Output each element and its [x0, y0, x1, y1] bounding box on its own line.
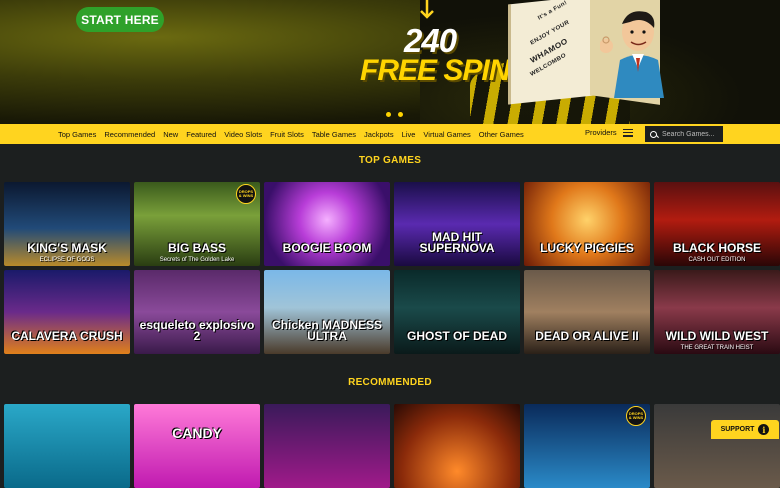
game-tile[interactable]: DEAD OR ALIVE II	[524, 270, 650, 354]
game-tile[interactable]: CANDY	[134, 404, 260, 488]
game-tile[interactable]: DROPS & WINS	[524, 404, 650, 488]
drops-wins-badge: DROPS & WINS	[236, 184, 256, 204]
carousel-dots	[386, 112, 403, 117]
nav-table-games[interactable]: Table Games	[312, 130, 356, 139]
drops-wins-badge: DROPS & WINS	[626, 406, 646, 426]
game-title: CALAVERA CRUSH	[11, 329, 123, 343]
nav-video-slots[interactable]: Video Slots	[224, 130, 262, 139]
game-tile[interactable]	[654, 404, 780, 488]
nav-fruit-slots[interactable]: Fruit Slots	[270, 130, 304, 139]
section-title-top-games: TOP GAMES	[358, 155, 422, 166]
mascot-illustration	[600, 11, 664, 98]
game-title: MAD HIT SUPERNOVA	[419, 230, 495, 255]
hero-banner: START HERE 240 FREE SPINS It's a Fun! EN…	[0, 0, 780, 124]
game-subtitle: Secrets of The Golden Lake	[159, 257, 235, 263]
game-title: CANDY	[172, 425, 222, 441]
game-tile[interactable]: BLACK HORSE CASH OUT EDITION	[654, 182, 780, 266]
info-icon: i	[758, 424, 770, 435]
game-tile[interactable]: MAD HIT SUPERNOVA	[394, 182, 520, 266]
game-tile[interactable]: esqueleto explosivo 2	[134, 270, 260, 354]
game-tile[interactable]: GHOST OF DEAD	[394, 270, 520, 354]
arrow-down-icon	[420, 0, 434, 19]
game-tile[interactable]: CALAVERA CRUSH	[4, 270, 130, 354]
game-title: LUCKY PIGGIES	[540, 241, 634, 255]
providers-label: Providers	[585, 128, 617, 137]
game-title: WILD WILD WEST	[665, 329, 769, 343]
nav-recommended[interactable]: Recommended	[104, 130, 155, 139]
nav-new[interactable]: New	[163, 130, 178, 139]
category-links: Top Games Recommended New Featured Video…	[58, 124, 532, 144]
support-label: SUPPORT	[720, 426, 755, 433]
support-button[interactable]: SUPPORT i	[711, 420, 779, 439]
game-title: DEAD OR ALIVE II	[535, 329, 639, 343]
game-subtitle: ECLIPSE OF GODS	[39, 257, 95, 263]
nav-other-games[interactable]: Other Games	[479, 130, 524, 139]
start-here-button[interactable]: START HERE	[76, 7, 164, 32]
game-title: esqueleto explosivo 2	[139, 318, 255, 343]
game-tile[interactable]: LUCKY PIGGIES	[524, 182, 650, 266]
search-icon	[650, 130, 657, 138]
game-tile[interactable]	[394, 404, 520, 488]
game-title: KING'S MASK	[27, 241, 107, 255]
nav-jackpots[interactable]: Jackpots	[364, 130, 394, 139]
game-tile[interactable]	[264, 404, 390, 488]
game-title: BIG BASS	[167, 241, 226, 255]
top-games-grid: KING'S MASK ECLIPSE OF GODS DROPS & WINS B…	[4, 182, 780, 354]
nav-live[interactable]: Live	[402, 130, 416, 139]
game-subtitle: THE GREAT TRAIN HEIST	[680, 345, 754, 351]
game-title: Chicken MADNESS ULTRA	[271, 318, 383, 343]
game-title: BOOGIE BOOM	[282, 241, 372, 255]
game-tile[interactable]: KING'S MASK ECLIPSE OF GODS	[4, 182, 130, 266]
hamburger-menu-icon[interactable]	[622, 128, 633, 137]
carousel-dot[interactable]	[398, 112, 403, 117]
game-tile[interactable]: BOOGIE BOOM	[264, 182, 390, 266]
promo-text: FREE SPINS	[360, 54, 529, 87]
promo-box-label: It's a Fun!	[537, 0, 569, 22]
search-box[interactable]	[645, 126, 723, 142]
game-subtitle: CASH OUT EDITION	[688, 257, 746, 263]
recommended-grid: CANDY DROPS & WINS	[4, 404, 780, 488]
game-title: GHOST OF DEAD	[406, 329, 507, 343]
section-title-recommended: RECOMMENDED	[348, 377, 432, 388]
category-nav: Top Games Recommended New Featured Video…	[0, 124, 780, 144]
providers-dropdown[interactable]: Providers	[585, 128, 633, 137]
nav-virtual-games[interactable]: Virtual Games	[423, 130, 470, 139]
game-tile[interactable]: DROPS & WINS BIG BASS Secrets of The Golde…	[134, 182, 260, 266]
game-tile[interactable]: Chicken MADNESS ULTRA	[264, 270, 390, 354]
nav-top-games[interactable]: Top Games	[58, 130, 96, 139]
game-tile[interactable]	[4, 404, 130, 488]
game-title: BLACK HORSE	[672, 241, 761, 255]
promo-box: It's a Fun! ENJOY YOUR WHAMOO WELCOMBO	[508, 0, 594, 105]
game-tile[interactable]: WILD WILD WEST THE GREAT TRAIN HEIST	[654, 270, 780, 354]
carousel-dot[interactable]	[386, 112, 391, 117]
nav-featured[interactable]: Featured	[186, 130, 216, 139]
search-input[interactable]	[662, 130, 720, 138]
